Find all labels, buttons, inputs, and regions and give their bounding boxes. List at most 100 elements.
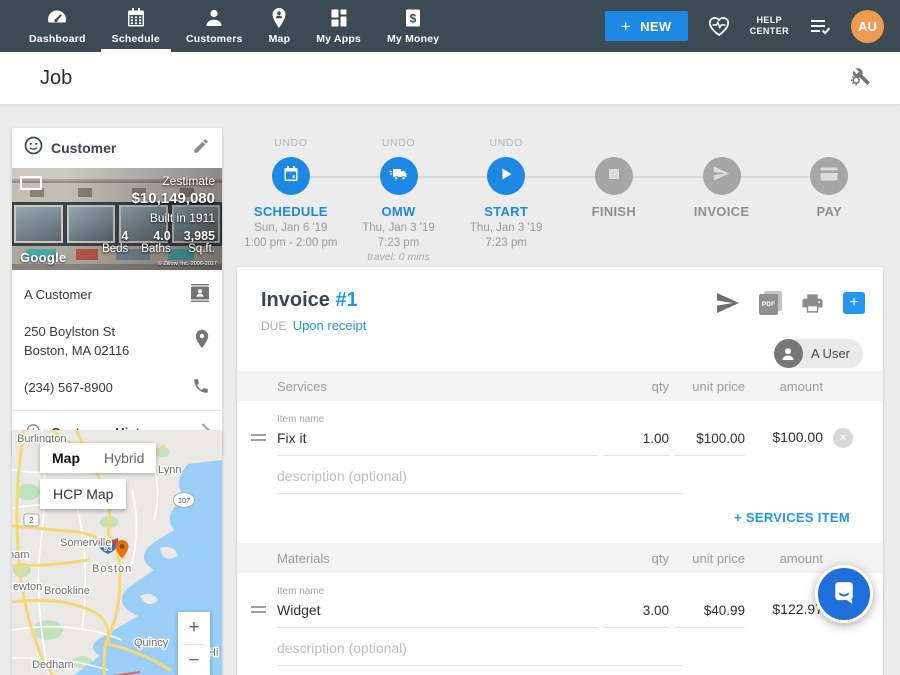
nav-item-my-money[interactable]: $ My Money [374,0,452,52]
calendar-icon [125,7,147,29]
undo-schedule-link[interactable]: UNDO [274,137,307,150]
add-services-item-link[interactable]: + SERVICES ITEM [734,510,850,525]
activity-feed-icon[interactable] [807,15,833,37]
material-qty-input[interactable] [604,603,669,628]
send-invoice-icon[interactable] [716,293,740,313]
stop-step-icon [608,167,620,185]
customer-address-row[interactable]: 250 Boylston St Boston, MA 02116 [24,315,210,369]
timeline-step-finish: FINISH [560,137,668,263]
map-label-somerville: Somerville [60,537,111,549]
health-heart-icon[interactable] [706,14,732,38]
amount-column-header: amount [749,551,823,566]
invoice-step-button[interactable] [703,157,741,195]
map-label-newton: Newton [12,581,42,593]
step-label: START [484,204,528,219]
user-silhouette-icon [774,339,803,368]
service-unit-price-input[interactable] [675,431,745,456]
pdf-icon[interactable]: PDF [759,291,782,315]
start-step-button[interactable] [487,157,525,195]
job-status-timeline: UNDO SCHEDULE Sun, Jan 6 '19 1:00 pm - 2… [237,137,883,263]
dashboard-icon [45,7,69,29]
dollar-icon: $ [402,7,424,29]
card-step-icon-button[interactable] [810,157,848,195]
hcp-map-button[interactable]: HCP Map [40,479,126,509]
map-type-map-button[interactable]: Map [40,443,92,473]
add-invoice-icon[interactable]: + [843,292,865,314]
step-label: OMW [381,204,415,219]
property-stats: 4Beds 4.0Baths 3,985Sq.ft. [102,229,215,255]
user-avatar[interactable]: AU [851,10,884,43]
top-navbar: Dashboard Schedule Customers Map My Apps… [0,0,900,52]
customer-name-row[interactable]: A Customer [24,276,210,315]
help-center-line1: HELP [750,15,789,26]
nav-label: Schedule [112,33,160,45]
nav-item-my-apps[interactable]: My Apps [303,0,374,52]
zestimate-overlay: Zestimate $10,149,080 Built in 1911 4Bed… [102,174,215,255]
material-item-name-input[interactable] [277,602,598,628]
step-label: PAY [816,204,841,219]
amount-column-header: amount [749,379,823,394]
step-date: Thu, Jan 3 '19 [470,222,543,234]
material-line-item: Item name $122.97 ✕ [237,573,883,628]
map-label-dedham: Dedham [32,659,74,671]
step-label: INVOICE [694,204,750,219]
customer-phone-row[interactable]: (234) 567-8900 [24,369,210,408]
chat-messenger-button[interactable] [815,565,873,623]
timeline-step-start: UNDO START Thu, Jan 3 '19 7:23 pm [452,137,560,263]
map-card: 2 107 93 Burlington Lynn Somerville ham … [12,430,222,675]
nav-item-map[interactable]: Map [256,0,304,52]
assigned-user-pill[interactable]: A User [774,339,863,368]
step-time: 7:23 pm [378,237,420,249]
map-zoom-out-button[interactable]: − [178,645,210,675]
schedule-step-button[interactable] [272,157,310,195]
item-name-label: Item name [277,586,598,597]
play-step-icon [499,167,513,186]
service-description-input[interactable] [277,468,683,494]
stat-baths: 4.0Baths [141,229,170,255]
drag-handle-icon[interactable] [251,431,277,456]
materials-section-header: Materials qty unit price amount [237,543,883,573]
service-qty-input[interactable] [604,431,669,456]
streetview-toggle-icon[interactable] [20,176,42,190]
invoice-actions: PDF + [716,291,865,315]
omw-step-button[interactable] [380,157,418,195]
material-unit-price-input[interactable] [675,603,745,628]
help-center-line2: CENTER [750,26,789,37]
assigned-user-name: A User [811,346,850,361]
drag-handle-icon[interactable] [251,603,277,628]
page-header: Job [0,52,900,105]
finish-step-button[interactable] [595,157,633,195]
unit-price-column-header: unit price [675,551,745,566]
material-description-input[interactable] [277,640,683,666]
map-type-hybrid-button[interactable]: Hybrid [92,443,156,473]
due-terms-link[interactable]: Upon receipt [293,318,367,333]
due-label: DUE [261,319,286,333]
new-button[interactable]: + NEW [605,11,688,41]
undo-omw-link[interactable]: UNDO [382,137,415,150]
truck-step-icon [389,166,409,187]
step-label: FINISH [592,204,636,219]
invoice-number[interactable]: #1 [335,289,357,311]
invoice-due-row: DUE Upon receipt [261,318,863,333]
timeline-step-invoice: INVOICE [668,137,776,263]
job-settings-icon[interactable] [848,64,872,93]
service-item-name-input[interactable] [277,430,598,456]
property-photo[interactable]: Zestimate $10,149,080 Built in 1911 4Bed… [12,168,222,270]
delete-service-item-button[interactable]: ✕ [833,428,853,448]
map-label-waltham: ham [12,549,29,561]
step-time: 1:00 pm - 2:00 pm [244,237,337,249]
plus-icon: + [621,18,631,35]
print-icon[interactable] [801,293,824,314]
undo-start-link[interactable]: UNDO [490,137,523,150]
customer-card-header: Customer [12,128,222,168]
nav-item-schedule[interactable]: Schedule [99,0,173,52]
nav-item-customers[interactable]: Customers [173,0,256,52]
nav-item-dashboard[interactable]: Dashboard [16,0,99,52]
edit-customer-icon[interactable] [192,137,210,160]
built-year: Built in 1911 [102,211,215,225]
service-description-row [237,456,883,494]
qty-column-header: qty [604,551,669,566]
help-center-link[interactable]: HELP CENTER [750,15,789,38]
map-zoom-in-button[interactable]: + [178,612,210,644]
avatar-initials: AU [858,19,877,34]
